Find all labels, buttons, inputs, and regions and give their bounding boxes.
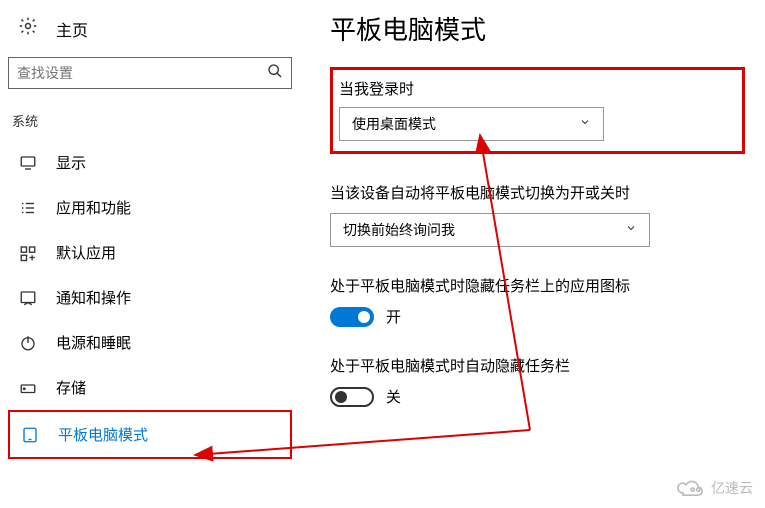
sidebar-item-label: 通知和操作 [56,287,131,308]
toggle-knob [335,391,347,403]
tablet-icon [20,426,40,444]
highlight-login-group: 当我登录时 使用桌面模式 [330,67,745,154]
auto-switch-group: 当该设备自动将平板电脑模式切换为开或关时 切换前始终询问我 [330,182,745,247]
sidebar-item-power[interactable]: 电源和睡眠 [8,320,292,365]
sidebar-item-label: 电源和睡眠 [56,332,131,353]
sidebar-item-label: 应用和功能 [56,197,131,218]
sidebar-item-storage[interactable]: 存储 [8,365,292,410]
chevron-down-icon [625,221,637,239]
toggle-knob [358,311,370,323]
sidebar-item-label: 默认应用 [56,242,116,263]
hide-icons-label: 处于平板电脑模式时隐藏任务栏上的应用图标 [330,275,745,296]
notifications-icon [18,289,38,307]
watermark-text: 亿速云 [711,478,753,498]
hide-icons-toggle[interactable] [330,307,374,327]
hide-icons-group: 处于平板电脑模式时隐藏任务栏上的应用图标 开 [330,275,745,327]
sidebar-item-label: 存储 [56,377,86,398]
sidebar-item-label: 平板电脑模式 [58,424,148,445]
login-dropdown[interactable]: 使用桌面模式 [339,107,604,141]
home-link[interactable]: 主页 [8,8,292,49]
sidebar-item-label: 显示 [56,152,86,173]
page-title: 平板电脑模式 [330,10,745,47]
dropdown-value: 使用桌面模式 [352,114,436,134]
power-icon [18,334,38,352]
auto-switch-dropdown[interactable]: 切换前始终询问我 [330,213,650,247]
auto-hide-toggle[interactable] [330,387,374,407]
search-box[interactable] [8,57,292,89]
search-input[interactable] [17,65,267,81]
sidebar-item-notifications[interactable]: 通知和操作 [8,275,292,320]
sidebar-item-tablet-mode[interactable]: 平板电脑模式 [8,410,292,459]
watermark: 亿速云 [675,478,753,498]
chevron-down-icon [579,115,591,133]
apps-icon [18,199,38,217]
login-label: 当我登录时 [339,78,736,99]
storage-icon [18,379,38,397]
auto-switch-label: 当该设备自动将平板电脑模式切换为开或关时 [330,182,745,203]
sidebar: 主页 系统 显示 应用和功能 默认应用 通知和操作 电源和睡眠 [0,0,300,508]
sidebar-item-display[interactable]: 显示 [8,140,292,185]
dropdown-value: 切换前始终询问我 [343,220,455,240]
auto-hide-label: 处于平板电脑模式时自动隐藏任务栏 [330,355,745,376]
home-label: 主页 [56,17,88,41]
auto-hide-group: 处于平板电脑模式时自动隐藏任务栏 关 [330,355,745,407]
toggle-state: 关 [386,386,401,407]
section-label: 系统 [8,107,292,140]
monitor-icon [18,154,38,172]
toggle-state: 开 [386,306,401,327]
sidebar-item-apps[interactable]: 应用和功能 [8,185,292,230]
default-apps-icon [18,244,38,262]
sidebar-item-default-apps[interactable]: 默认应用 [8,230,292,275]
search-icon [267,63,283,84]
main-content: 平板电脑模式 当我登录时 使用桌面模式 当该设备自动将平板电脑模式切换为开或关时… [300,0,765,508]
gear-icon [18,16,38,41]
